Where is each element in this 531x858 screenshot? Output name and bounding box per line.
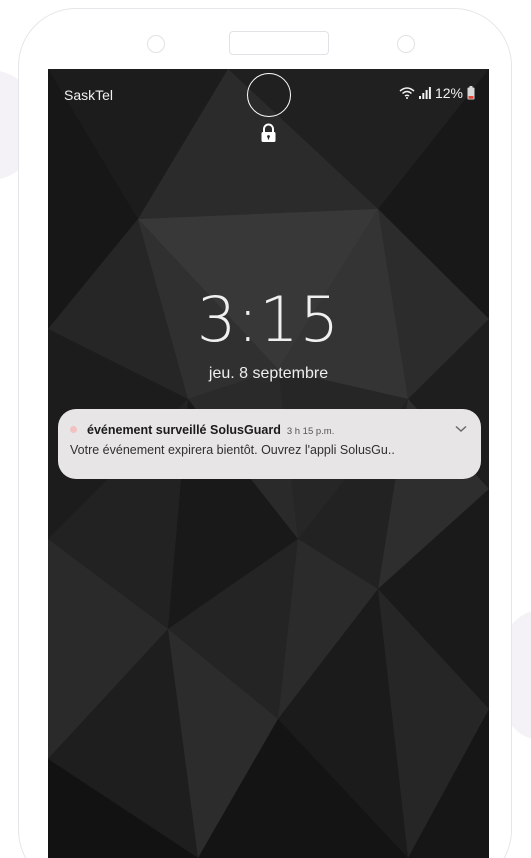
battery-percent: 12% (434, 85, 463, 101)
page: SaskTel 12% 3:15 jeu. 8 septembre événem… (0, 0, 531, 858)
speaker-grille (229, 31, 329, 55)
lock-screen-time: 3:15 (196, 283, 341, 356)
signal-icon (418, 87, 431, 99)
lock-screen: SaskTel 12% 3:15 jeu. 8 septembre événem… (48, 69, 489, 858)
chevron-down-icon[interactable] (455, 425, 467, 433)
notification-card[interactable]: événement surveillé SolusGuard 3 h 15 p.… (58, 409, 481, 479)
status-icons: 12% (399, 85, 475, 101)
battery-icon (467, 86, 475, 100)
notification-time: 3 h 15 p.m. (286, 426, 335, 437)
notification-header: événement surveillé SolusGuard 3 h 15 p.… (70, 423, 467, 437)
notification-body: Votre événement expirera bientôt. Ouvrez… (70, 443, 395, 457)
carrier-name: SaskTel (64, 87, 114, 103)
sensor-icon (147, 35, 165, 53)
notification-title: événement surveillé SolusGuard (87, 423, 281, 437)
front-camera-icon (397, 35, 415, 53)
app-icon (70, 426, 77, 433)
lock-icon (261, 123, 276, 142)
unlock-ring-icon[interactable] (247, 73, 291, 117)
lock-screen-date: jeu. 8 septembre (208, 365, 329, 382)
wifi-icon (399, 87, 415, 99)
